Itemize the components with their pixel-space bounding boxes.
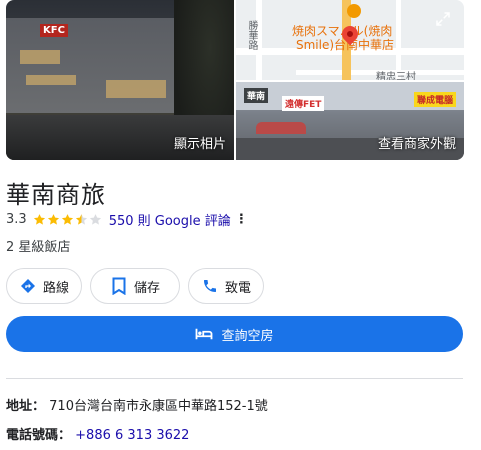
star-half-icon bbox=[75, 213, 88, 226]
address-label: 地址： bbox=[6, 399, 46, 414]
business-category: 2 星級飯店 bbox=[6, 240, 71, 255]
reviews-link[interactable]: 550 則 Google 評論 bbox=[109, 210, 231, 229]
bookmark-icon bbox=[110, 277, 128, 295]
kfc-sign: KFC bbox=[40, 24, 68, 37]
business-name: 華南商旅 bbox=[6, 181, 106, 209]
show-photos-caption[interactable]: 顯示相片 bbox=[174, 133, 226, 152]
star-full-icon bbox=[61, 213, 74, 226]
phone-icon bbox=[201, 277, 219, 295]
star-empty-icon bbox=[89, 213, 102, 226]
more-options-icon[interactable]: ⋮ bbox=[235, 212, 248, 227]
map-street-label: 勝華路 bbox=[246, 20, 257, 50]
divider bbox=[6, 378, 463, 379]
building-image bbox=[6, 18, 181, 113]
store-sign: 華南 bbox=[244, 88, 269, 103]
star-full-icon bbox=[47, 213, 60, 226]
map-thumbnail[interactable]: 焼肉スマ…ル(焼肉 Smile)台南中華店 勝華路 精忠三村 bbox=[236, 0, 464, 80]
action-chips: 路線 儲存 致電 bbox=[6, 268, 264, 304]
store-sign: 聯成電腦 bbox=[414, 92, 457, 107]
umbrella-image bbox=[256, 122, 306, 134]
star-full-icon bbox=[33, 213, 46, 226]
star-rating bbox=[33, 213, 103, 226]
save-label: 儲存 bbox=[133, 280, 160, 296]
storefront-photo[interactable]: 遠傳FET 聯成電腦 華南 查看商家外觀 bbox=[236, 82, 464, 160]
call-button[interactable]: 致電 bbox=[188, 268, 264, 304]
save-button[interactable]: 儲存 bbox=[90, 268, 180, 304]
phone-label: 電話號碼： bbox=[6, 428, 72, 443]
restaurant-marker-icon bbox=[347, 4, 361, 18]
window-light bbox=[26, 75, 76, 85]
phone-value[interactable]: +886 6 313 3622 bbox=[75, 428, 189, 443]
rating-row: 3.3 550 則 Google 評論 ⋮ bbox=[6, 210, 248, 229]
map-street-label: 精忠三村 bbox=[376, 72, 416, 80]
check-availability-label: 查詢空房 bbox=[221, 328, 274, 344]
directions-icon bbox=[19, 277, 37, 295]
check-availability-button[interactable]: 查詢空房 bbox=[6, 316, 463, 352]
rating-value: 3.3 bbox=[6, 211, 27, 227]
call-label: 致電 bbox=[224, 280, 251, 296]
address-value[interactable]: 710台灣台南市永康區中華路152-1號 bbox=[49, 399, 268, 414]
window-light bbox=[20, 50, 60, 64]
phone-row: 電話號碼： +886 6 313 3622 bbox=[6, 424, 189, 443]
directions-button[interactable]: 路線 bbox=[6, 268, 82, 304]
expand-map-icon[interactable] bbox=[432, 10, 454, 32]
store-sign: 遠傳FET bbox=[282, 96, 325, 111]
view-storefront-caption[interactable]: 查看商家外觀 bbox=[378, 133, 456, 152]
photo-gallery: KFC 顯示相片 焼肉スマ…ル(焼肉 Smile)台南中華店 勝華路 精忠三村 … bbox=[6, 0, 464, 160]
directions-label: 路線 bbox=[42, 280, 69, 296]
bed-icon bbox=[195, 327, 213, 341]
main-photo[interactable]: KFC 顯示相片 bbox=[6, 0, 234, 160]
address-row: 地址： 710台灣台南市永康區中華路152-1號 bbox=[6, 395, 268, 414]
window-light bbox=[106, 80, 166, 98]
